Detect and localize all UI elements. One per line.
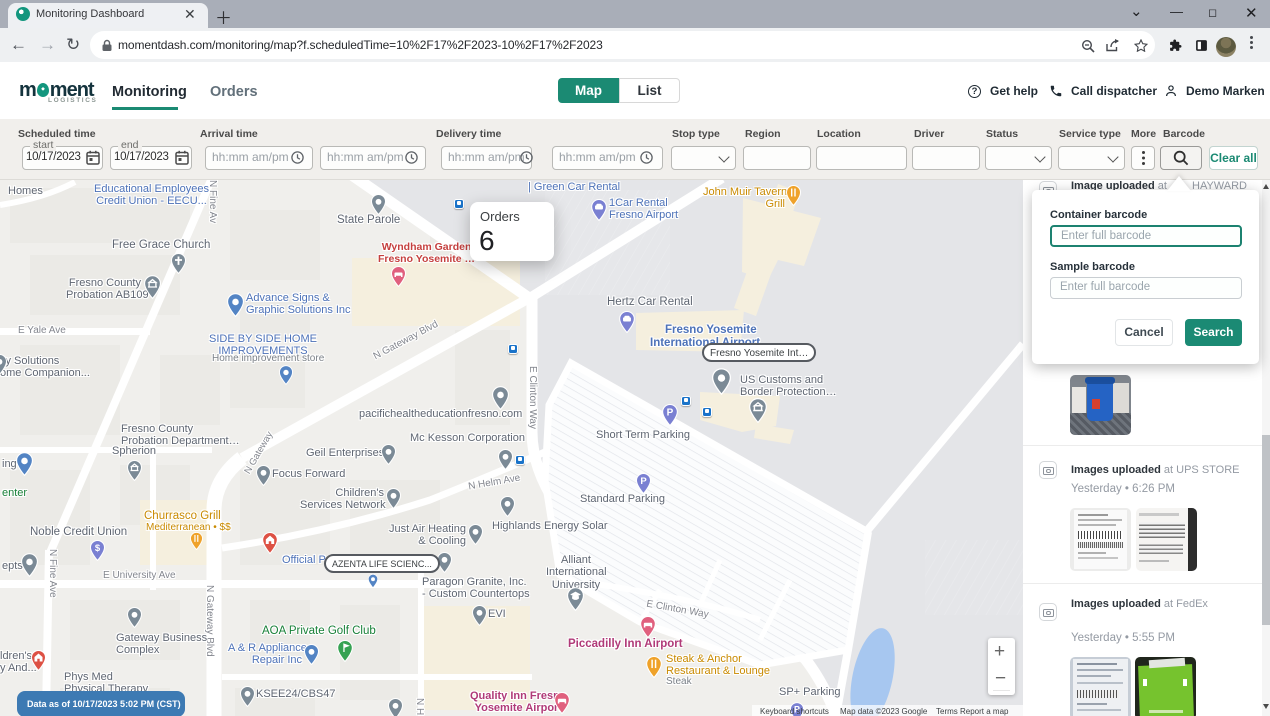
svg-text:$: $ (95, 543, 101, 554)
svg-text:P: P (667, 408, 674, 419)
svg-text:P: P (640, 476, 647, 487)
